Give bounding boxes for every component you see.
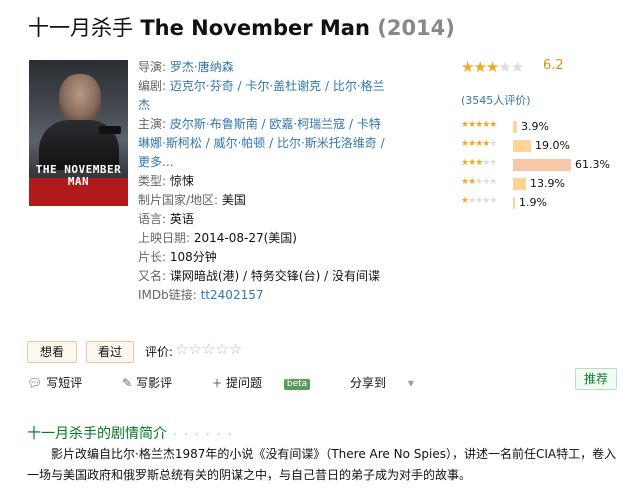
rating-percent: 3.9% (521, 120, 549, 133)
rating-score: 6.2 (543, 58, 564, 73)
rate-label: 评价: (145, 345, 174, 359)
imdb-link[interactable]: tt2402157 (201, 288, 264, 302)
synopsis-text: 影片改编自比尔·格兰杰1987年的小说《没有间谍》（There Are No S… (27, 447, 617, 482)
beta-badge: beta (283, 379, 311, 390)
country-value: 美国 (221, 193, 246, 207)
movie-info: 导演: 罗杰·唐纳森 编剧: 迈克尔·芬奇 / 卡尔·盖杜谢克 / 比尔·格兰杰… (138, 58, 386, 305)
chevron-down-icon: ▾ (407, 376, 414, 390)
title-english: The November Man (140, 16, 370, 40)
rating-row-3-star: ★★★★★ 61.3% (461, 156, 629, 175)
pencil-icon: ✎ (122, 376, 133, 390)
movie-poster[interactable]: THE NOVEMBER MAN (29, 60, 128, 206)
runtime-label: 片长: (138, 250, 167, 264)
review-link[interactable]: ✎ 写影评 (122, 374, 190, 391)
runtime-value: 108分钟 (169, 250, 217, 264)
row-stars-icon: ★★★★★ (461, 177, 497, 187)
release-label: 上映日期: (138, 231, 191, 245)
rating-bar (513, 159, 571, 171)
rating-row-1-star: ★★★★★ 1.9% (461, 194, 629, 213)
language-value: 英语 (169, 212, 194, 226)
rating-row-2-star: ★★★★★ 13.9% (461, 175, 629, 194)
rating-count-link[interactable]: (3545人评价) (461, 92, 531, 108)
page-title: 十一月杀手 The November Man (2014) (28, 14, 455, 42)
ask-question-link[interactable]: + 提问题 beta (212, 374, 328, 391)
rating-row-4-star: ★★★★★ 19.0% (461, 137, 629, 156)
rating-bar (513, 121, 517, 133)
synopsis-dots: · · · · · · (173, 428, 234, 441)
writer-label: 编剧: (138, 79, 167, 93)
genre-value: 惊悚 (169, 174, 194, 188)
row-stars-icon: ★★★★★ (461, 120, 497, 130)
short-review-label: 写短评 (46, 376, 83, 390)
director-row: 导演: 罗杰·唐纳森 (138, 58, 386, 77)
aka-row: 又名: 谍网暗战(港) / 特务交锋(台) / 没有间谍 (138, 267, 386, 286)
ask-label: 提问题 (226, 376, 263, 390)
review-label: 写影评 (136, 376, 173, 390)
genre-label: 类型: (138, 174, 167, 188)
share-dropdown[interactable]: 分享到 ▾ (350, 374, 418, 391)
language-label: 语言: (138, 212, 167, 226)
action-bar: 💬︎ 写短评 ✎ 写影评 + 提问题 beta 分享到 ▾ (27, 374, 436, 391)
poster-title-line2: MAN (67, 175, 90, 188)
director-link[interactable]: 罗杰·唐纳森 (170, 60, 234, 74)
cast-links[interactable]: 皮尔斯·布鲁斯南 / 欧嘉·柯瑞兰寇 / 卡特琳娜·斯柯松 / 威尔·帕顿 / … (138, 117, 385, 169)
rating-stars: ★★★★★ (461, 58, 524, 76)
rate-stars-input[interactable]: ☆☆☆☆☆ (175, 340, 242, 358)
rating-bar (513, 178, 526, 190)
country-label: 制片国家/地区: (138, 193, 219, 207)
rating-bar (513, 140, 531, 152)
row-stars-icon: ★★★★★ (461, 139, 497, 149)
synopsis-heading: 十一月杀手的剧情简介 · · · · · · (27, 423, 233, 443)
aka-value: 谍网暗战(港) / 特务交锋(台) / 没有间谍 (169, 269, 380, 283)
rating-percent: 13.9% (530, 177, 565, 190)
comment-icon: 💬︎ (27, 376, 43, 390)
want-to-watch-button[interactable]: 想看 (27, 341, 77, 363)
aka-label: 又名: (138, 269, 167, 283)
imdb-label: IMDb链接: (138, 288, 197, 302)
cast-label: 主演: (138, 117, 167, 131)
recommend-button[interactable]: 推荐 (575, 368, 617, 390)
runtime-row: 片长: 108分钟 (138, 248, 386, 267)
rating-percent: 19.0% (535, 139, 570, 152)
poster-face (59, 74, 101, 122)
share-label: 分享到 (350, 376, 387, 390)
imdb-row: IMDb链接: tt2402157 (138, 286, 386, 305)
writer-links[interactable]: 迈克尔·芬奇 / 卡尔·盖杜谢克 / 比尔·格兰杰 (138, 79, 385, 112)
language-row: 语言: 英语 (138, 210, 386, 229)
plus-icon: + (211, 376, 223, 390)
watched-button[interactable]: 看过 (86, 341, 134, 363)
title-chinese: 十一月杀手 (28, 16, 133, 40)
rating-percent: 1.9% (519, 196, 547, 209)
release-row: 上映日期: 2014-08-27(美国) (138, 229, 386, 248)
rating-percent: 61.3% (575, 158, 610, 171)
row-stars-icon: ★★★★★ (461, 158, 497, 168)
rating-row-5-star: ★★★★★ 3.9% (461, 118, 629, 137)
title-year: (2014) (377, 16, 455, 40)
short-review-link[interactable]: 💬︎ 写短评 (27, 374, 100, 391)
poster-title: THE NOVEMBER MAN (29, 164, 128, 188)
synopsis-heading-text: 十一月杀手的剧情简介 (27, 426, 167, 442)
writer-row: 编剧: 迈克尔·芬奇 / 卡尔·盖杜谢克 / 比尔·格兰杰 (138, 77, 386, 115)
rating-distribution: ★★★★★ 3.9% ★★★★★ 19.0% ★★★★★ 61.3% ★★★★★ 13.9% ★… (461, 118, 629, 213)
genre-row: 类型: 惊悚 (138, 172, 386, 191)
rating-bar (513, 197, 515, 209)
release-value: 2014-08-27(美国) (193, 231, 297, 245)
cast-row: 主演: 皮尔斯·布鲁斯南 / 欧嘉·柯瑞兰寇 / 卡特琳娜·斯柯松 / 威尔·帕… (138, 115, 386, 172)
director-label: 导演: (138, 60, 167, 74)
poster-gun (99, 126, 121, 134)
country-row: 制片国家/地区: 美国 (138, 191, 386, 210)
row-stars-icon: ★★★★★ (461, 196, 497, 206)
